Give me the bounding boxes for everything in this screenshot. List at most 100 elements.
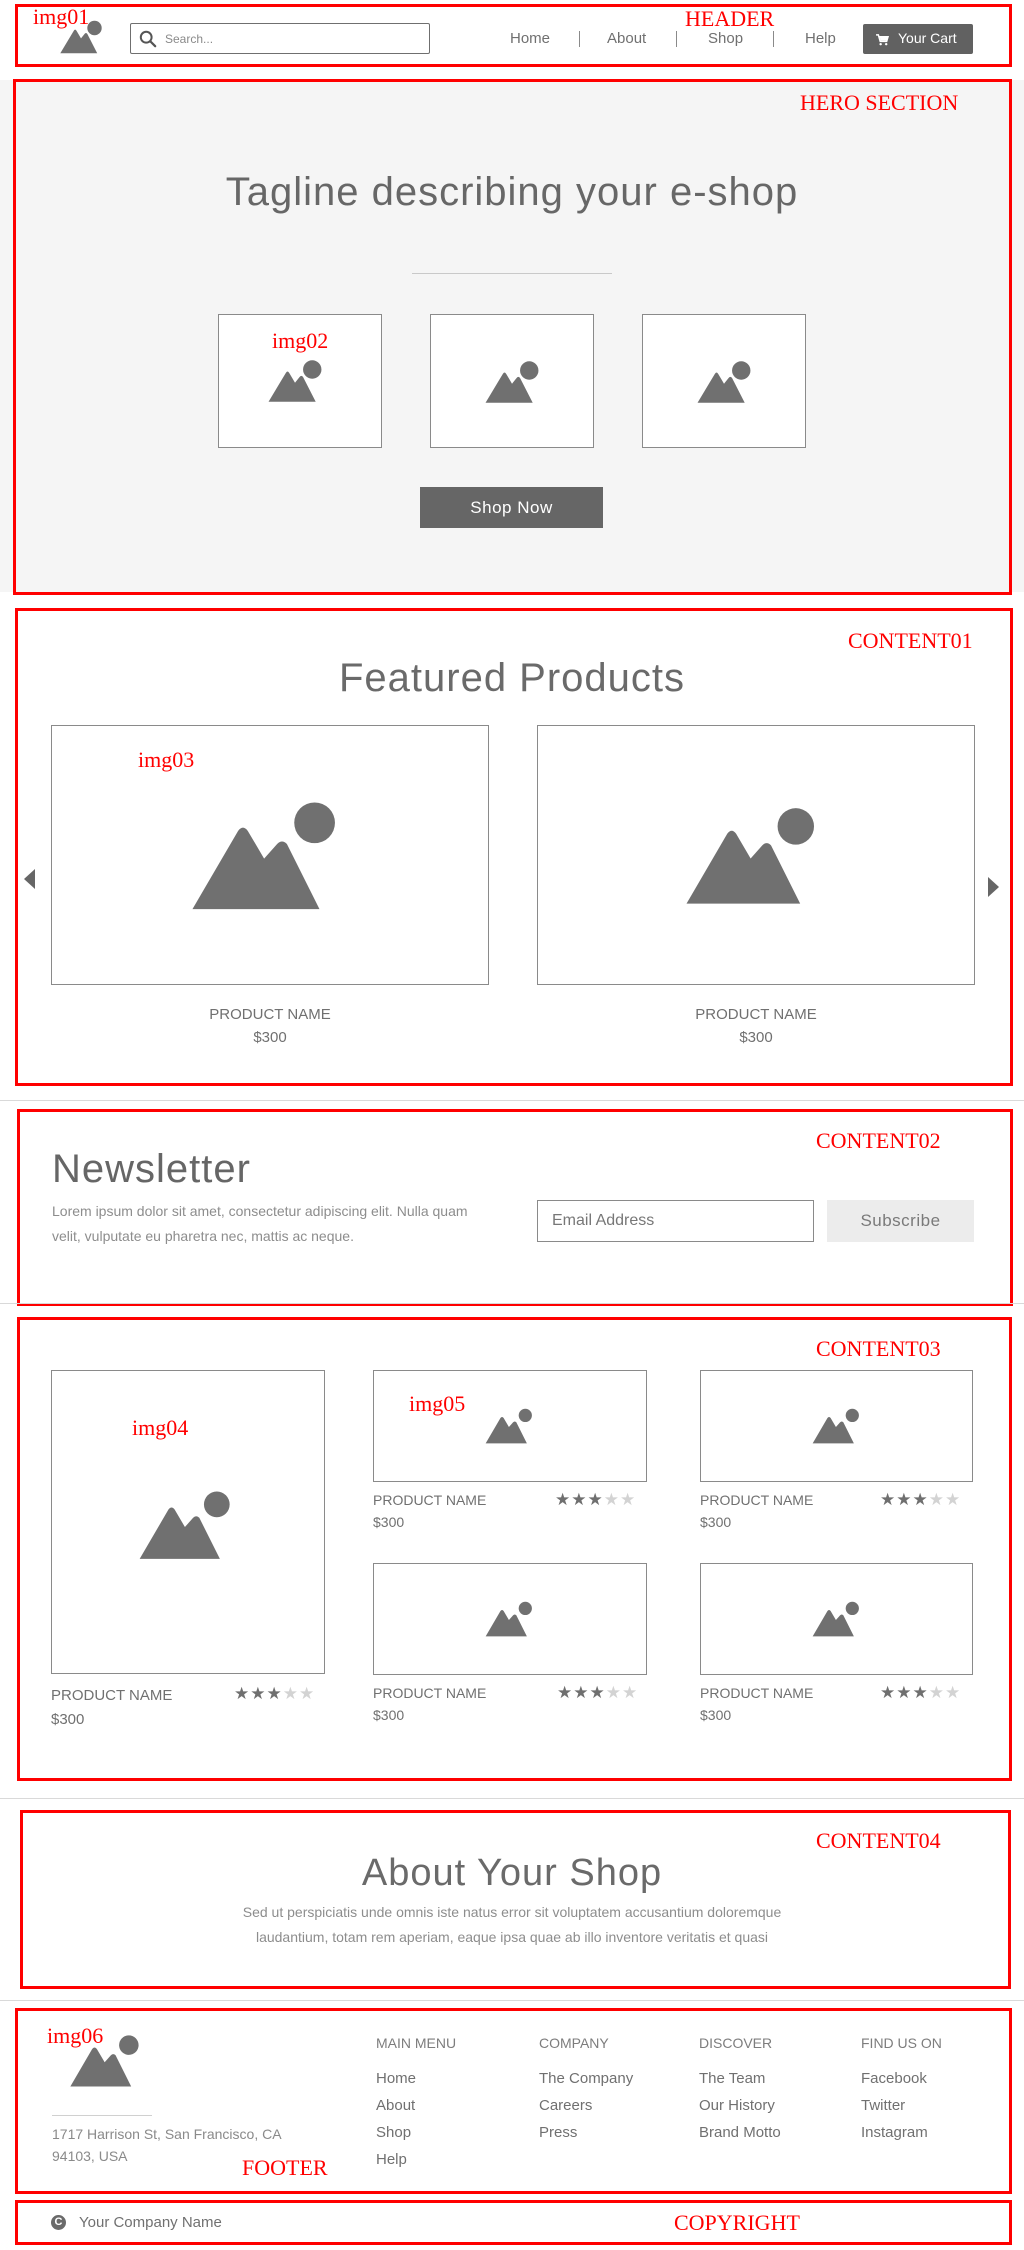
star-filled-icon: ★ bbox=[896, 1683, 913, 1702]
nav-divider bbox=[579, 31, 580, 47]
footer-link-brand-motto[interactable]: Brand Motto bbox=[699, 2124, 781, 2141]
img04-annotation: img04 bbox=[132, 1415, 189, 1440]
star-filled-icon: ★ bbox=[571, 1490, 588, 1509]
footer-link-careers[interactable]: Careers bbox=[539, 2097, 592, 2114]
footer-link-the-team[interactable]: The Team bbox=[699, 2070, 765, 2087]
section-divider bbox=[0, 1303, 1024, 1304]
cart-icon bbox=[876, 33, 890, 46]
footer-link-instagram[interactable]: Instagram bbox=[861, 2124, 928, 2141]
copyright-icon: C bbox=[51, 2215, 66, 2230]
search-icon[interactable] bbox=[139, 30, 157, 48]
hero-divider bbox=[412, 273, 612, 274]
nav-shop[interactable]: Shop bbox=[708, 30, 743, 47]
star-empty-icon: ★ bbox=[622, 1683, 639, 1702]
image-placeholder-icon bbox=[681, 806, 829, 908]
email-field[interactable] bbox=[537, 1200, 814, 1242]
product-name[interactable]: PRODUCT NAME bbox=[51, 1687, 172, 1704]
footer-link-twitter[interactable]: Twitter bbox=[861, 2097, 905, 2114]
shop-now-button[interactable]: Shop Now bbox=[420, 487, 603, 528]
img05-annotation: img05 bbox=[409, 1391, 466, 1416]
footer-annotation: FOOTER bbox=[242, 2155, 328, 2180]
footer-divider bbox=[52, 2115, 152, 2116]
star-empty-icon: ★ bbox=[605, 1683, 622, 1702]
star-empty-icon: ★ bbox=[945, 1683, 962, 1702]
carousel-next-arrow[interactable] bbox=[988, 877, 999, 897]
content03-annotation: CONTENT03 bbox=[816, 1336, 941, 1361]
section-divider bbox=[0, 1798, 1024, 1799]
star-empty-icon: ★ bbox=[299, 1684, 316, 1703]
image-placeholder-icon bbox=[811, 1601, 864, 1638]
star-filled-icon: ★ bbox=[555, 1490, 572, 1509]
footer-heading: COMPANY bbox=[539, 2035, 609, 2051]
section-divider bbox=[0, 2000, 1024, 2001]
search-box[interactable] bbox=[130, 23, 430, 54]
image-placeholder-icon bbox=[263, 358, 327, 404]
nav-about[interactable]: About bbox=[607, 30, 646, 47]
product-name[interactable]: PRODUCT NAME bbox=[373, 1492, 486, 1508]
about-title: About Your Shop bbox=[361, 1852, 663, 1894]
product-price: $300 bbox=[700, 1707, 732, 1723]
product-price: $300 bbox=[739, 1029, 773, 1046]
footer-link-home[interactable]: Home bbox=[376, 2070, 416, 2087]
star-empty-icon: ★ bbox=[282, 1684, 299, 1703]
star-filled-icon: ★ bbox=[880, 1490, 897, 1509]
content04-annotation: CONTENT04 bbox=[816, 1828, 941, 1853]
image-placeholder-icon bbox=[480, 359, 544, 405]
product-price: $300 bbox=[373, 1707, 405, 1723]
product-price: $300 bbox=[51, 1711, 85, 1728]
star-filled-icon: ★ bbox=[587, 1490, 604, 1509]
email-input[interactable] bbox=[552, 1211, 802, 1231]
copyright-text: Your Company Name bbox=[79, 2214, 222, 2231]
image-placeholder-icon bbox=[692, 359, 756, 405]
cart-label: Your Cart bbox=[898, 30, 957, 46]
product-name[interactable]: PRODUCT NAME bbox=[373, 1685, 486, 1701]
product-price: $300 bbox=[253, 1029, 287, 1046]
nav-divider bbox=[676, 31, 677, 47]
carousel-prev-arrow[interactable] bbox=[24, 869, 35, 889]
footer-link-facebook[interactable]: Facebook bbox=[861, 2070, 927, 2087]
cart-button[interactable]: Your Cart bbox=[863, 24, 973, 54]
star-filled-icon: ★ bbox=[557, 1683, 574, 1702]
section-divider bbox=[0, 1100, 1024, 1101]
footer-link-press[interactable]: Press bbox=[539, 2124, 577, 2141]
footer-link-about[interactable]: About bbox=[376, 2097, 415, 2114]
search-input[interactable] bbox=[165, 28, 415, 49]
newsletter-description: Lorem ipsum dolor sit amet, consectetur … bbox=[52, 1203, 468, 1244]
footer-logo-icon[interactable] bbox=[68, 2034, 146, 2089]
footer-link-our-history[interactable]: Our History bbox=[699, 2097, 775, 2114]
footer-link-shop[interactable]: Shop bbox=[376, 2124, 411, 2141]
product-price: $300 bbox=[373, 1514, 405, 1530]
product-name[interactable]: PRODUCT NAME bbox=[51, 1006, 489, 1023]
image-placeholder-icon bbox=[484, 1408, 537, 1445]
star-empty-icon: ★ bbox=[945, 1490, 962, 1509]
star-filled-icon: ★ bbox=[912, 1490, 929, 1509]
footer-heading: FIND US ON bbox=[861, 2035, 942, 2051]
footer-link-the-company[interactable]: The Company bbox=[539, 2070, 633, 2087]
star-filled-icon: ★ bbox=[250, 1684, 267, 1703]
star-filled-icon: ★ bbox=[589, 1683, 606, 1702]
about-text: Sed ut perspiciatis unde omnis iste natu… bbox=[242, 1904, 782, 1945]
header-annotation: HEADER bbox=[685, 6, 775, 31]
star-empty-icon: ★ bbox=[603, 1490, 620, 1509]
img02-annotation: img02 bbox=[272, 328, 329, 353]
product-name[interactable]: PRODUCT NAME bbox=[537, 1006, 975, 1023]
newsletter-title: Newsletter bbox=[52, 1147, 251, 1191]
star-filled-icon: ★ bbox=[266, 1684, 283, 1703]
product-name[interactable]: PRODUCT NAME bbox=[700, 1492, 813, 1508]
logo-image-icon[interactable] bbox=[57, 19, 105, 55]
image-placeholder-icon bbox=[185, 800, 353, 914]
star-filled-icon: ★ bbox=[896, 1490, 913, 1509]
nav-help[interactable]: Help bbox=[805, 30, 836, 47]
product-name[interactable]: PRODUCT NAME bbox=[700, 1685, 813, 1701]
footer-link-help[interactable]: Help bbox=[376, 2151, 407, 2168]
copyright-annotation: COPYRIGHT bbox=[674, 2210, 800, 2235]
nav-home[interactable]: Home bbox=[510, 30, 550, 47]
star-filled-icon: ★ bbox=[912, 1683, 929, 1702]
star-rating: ★★★★★ bbox=[880, 1684, 961, 1701]
star-rating: ★★★★★ bbox=[555, 1491, 636, 1508]
hero-tagline: Tagline describing your e-shop bbox=[225, 170, 799, 214]
subscribe-button[interactable]: Subscribe bbox=[827, 1200, 974, 1242]
star-empty-icon: ★ bbox=[928, 1683, 945, 1702]
footer-heading: MAIN MENU bbox=[376, 2035, 457, 2051]
star-empty-icon: ★ bbox=[928, 1490, 945, 1509]
